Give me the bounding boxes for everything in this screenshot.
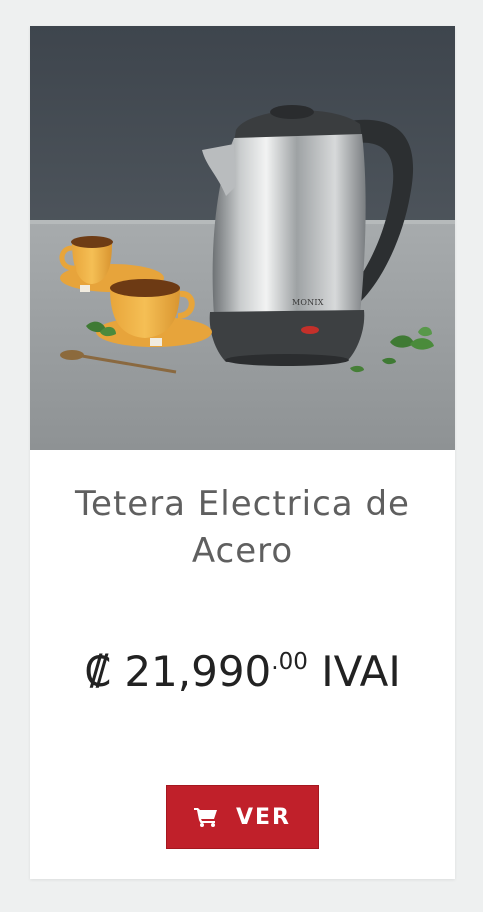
tax-suffix: IVAI (321, 647, 401, 696)
price-cents: .00 (271, 649, 308, 675)
product-image[interactable]: MONIX (30, 26, 455, 450)
kettle-brand-text: MONIX (292, 298, 324, 307)
shopping-cart-icon (194, 808, 217, 827)
kettle-photo: MONIX (30, 26, 455, 450)
view-product-button[interactable]: VER (166, 785, 319, 849)
price-whole: 21,990 (124, 647, 272, 696)
product-card: MONIX Tetera Electrica de Acero ₡ 21,990… (30, 26, 455, 879)
product-price: ₡ 21,990.00 IVAI (30, 634, 455, 700)
view-button-label: VER (236, 804, 291, 830)
product-title: Tetera Electrica de Acero (75, 484, 410, 571)
currency-symbol: ₡ (84, 647, 111, 696)
